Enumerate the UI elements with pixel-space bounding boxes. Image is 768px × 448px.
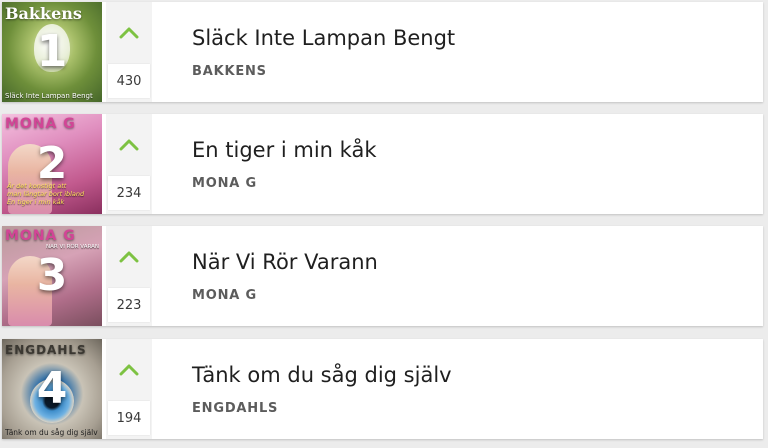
- album-cover[interactable]: MONA G NÄR VI RÖR VARANN 3: [2, 226, 102, 326]
- song-title[interactable]: Släck Inte Lampan Bengt: [192, 26, 455, 50]
- vote-count: 234: [108, 176, 150, 210]
- rank-number: 4: [36, 363, 68, 414]
- chevron-up-icon: [119, 27, 139, 39]
- upvote-button[interactable]: [106, 226, 152, 288]
- list-item: Bakkens Släck Inte Lampan Bengt 1 430 Sl…: [2, 2, 763, 102]
- cover-title: ENGDAHLS: [5, 343, 87, 357]
- song-title[interactable]: Tänk om du såg dig själv: [192, 363, 452, 387]
- album-cover[interactable]: Bakkens Släck Inte Lampan Bengt 1: [2, 2, 102, 102]
- list-item: ENGDAHLS Tänk om du såg dig själv 4 194 …: [2, 339, 763, 439]
- upvote-button[interactable]: [106, 114, 152, 176]
- list-item: MONA G Är det konstigt att man längtar b…: [2, 114, 763, 214]
- vote-box: 234: [106, 114, 152, 214]
- list-item: MONA G NÄR VI RÖR VARANN 3 223 När Vi Rö…: [2, 226, 763, 326]
- cover-subtitle: Tänk om du såg dig själv: [5, 428, 98, 437]
- rank-number: 3: [36, 250, 68, 301]
- artist-name[interactable]: MONA G: [192, 176, 257, 191]
- album-cover[interactable]: MONA G Är det konstigt att man längtar b…: [2, 114, 102, 214]
- toplist: Bakkens Släck Inte Lampan Bengt 1 430 Sl…: [0, 0, 768, 448]
- artist-name[interactable]: MONA G: [192, 288, 257, 303]
- rank-number: 2: [36, 138, 68, 189]
- song-title[interactable]: När Vi Rör Varann: [192, 250, 378, 274]
- artist-name[interactable]: BAKKENS: [192, 64, 267, 79]
- chevron-up-icon: [119, 139, 139, 151]
- vote-box: 223: [106, 226, 152, 326]
- rank-number: 1: [36, 26, 68, 77]
- vote-box: 194: [106, 339, 152, 439]
- vote-count: 194: [108, 401, 150, 435]
- cover-tagline-line: En tiger i min kåk: [7, 198, 65, 206]
- artist-name[interactable]: ENGDAHLS: [192, 401, 278, 416]
- vote-box: 430: [106, 2, 152, 102]
- cover-title: MONA G: [5, 228, 76, 244]
- cover-title: MONA G: [5, 116, 76, 132]
- cover-subtitle: Släck Inte Lampan Bengt: [5, 92, 93, 100]
- upvote-button[interactable]: [106, 2, 152, 64]
- chevron-up-icon: [119, 251, 139, 263]
- vote-count: 223: [108, 288, 150, 322]
- cover-tagline-line: man längtar bort ibland: [7, 190, 85, 198]
- upvote-button[interactable]: [106, 339, 152, 401]
- album-cover[interactable]: ENGDAHLS Tänk om du såg dig själv 4: [2, 339, 102, 439]
- vote-count: 430: [108, 64, 150, 98]
- chevron-up-icon: [119, 364, 139, 376]
- cover-title: Bakkens: [5, 4, 82, 23]
- song-title[interactable]: En tiger i min kåk: [192, 138, 377, 162]
